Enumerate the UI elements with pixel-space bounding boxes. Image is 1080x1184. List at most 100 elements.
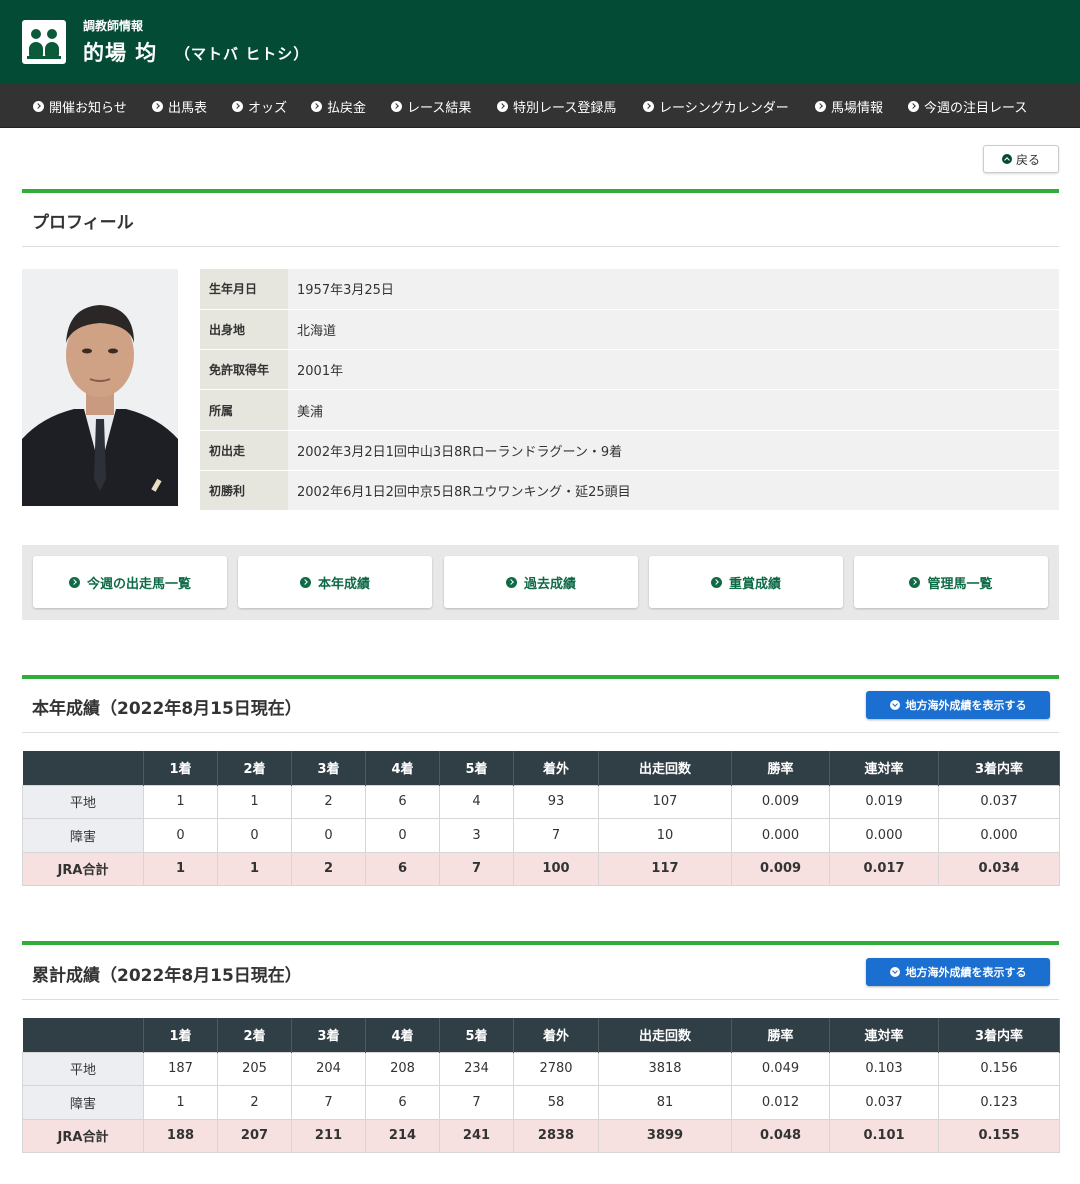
table-cell: 7 [439, 851, 514, 887]
profile-value: 2002年6月1日2回中京5日8Rユウワンキング・延25頭目 [288, 470, 1059, 512]
table-cell: 0.000 [829, 818, 939, 853]
cumulative-section-bar [22, 941, 1059, 945]
table-cell: 100 [513, 851, 599, 887]
profile-value: 美浦 [288, 389, 1059, 431]
nav-item-special-race[interactable]: 特別レース登録馬 [497, 97, 616, 116]
table-cell: 3818 [598, 1051, 732, 1087]
table-cell: 93 [513, 784, 599, 820]
column-header [22, 751, 144, 785]
table-header-row: 1着 2着 3着 4着 5着 着外 出走回数 勝率 連対率 3着内率 [22, 751, 1060, 785]
table-cell: 3 [439, 818, 514, 853]
table-cell: 205 [217, 1051, 292, 1087]
table-cell: 1 [217, 784, 292, 820]
table-row: 障害 1 2 7 6 7 58 81 0.012 0.037 0.123 [22, 1085, 1060, 1120]
table-cell: 6 [365, 784, 440, 820]
profile-value: 1957年3月25日 [288, 269, 1059, 310]
this-week-entries-button[interactable]: 今週の出走馬一覧 [33, 556, 227, 608]
chevron-right-icon [497, 101, 508, 112]
table-cell: 3899 [598, 1118, 732, 1154]
table-cell: 0.156 [938, 1051, 1060, 1087]
table-cell: 214 [365, 1118, 440, 1154]
column-header [22, 1018, 144, 1052]
cumulative-table: 1着 2着 3着 4着 5着 着外 出走回数 勝率 連対率 3着内率 平地 18… [22, 1018, 1060, 1154]
nav-item-haraimodoshi[interactable]: 払戻金 [311, 97, 366, 116]
this-year-results-button[interactable]: 本年成績 [238, 556, 432, 608]
column-header: 2着 [217, 751, 292, 785]
nav-item-shutuba[interactable]: 出馬表 [152, 97, 207, 116]
divider [22, 732, 1059, 733]
table-cell: 0.019 [829, 784, 939, 820]
row-label: 障害 [22, 818, 144, 853]
column-header: 出走回数 [598, 1018, 732, 1052]
past-results-button[interactable]: 過去成績 [444, 556, 638, 608]
profile-row: 初勝利 2002年6月1日2回中京5日8Rユウワンキング・延25頭目 [200, 470, 1059, 512]
column-header: 着外 [513, 751, 599, 785]
table-cell: 0.103 [829, 1051, 939, 1087]
show-local-overseas-button[interactable]: 地方海外成績を表示する [866, 691, 1050, 719]
trainer-kana: （マトバ ヒトシ） [175, 45, 310, 63]
table-cell: 0.009 [731, 784, 830, 820]
profile-value: 北海道 [288, 309, 1059, 351]
nav-item-race-result[interactable]: レース結果 [391, 97, 471, 116]
graded-results-button[interactable]: 重賞成績 [649, 556, 843, 608]
table-cell: 2 [217, 1085, 292, 1120]
table-cell: 2780 [513, 1051, 599, 1087]
this-year-section-bar [22, 675, 1059, 679]
chevron-down-icon [889, 700, 900, 710]
column-header: 2着 [217, 1018, 292, 1052]
row-label: 平地 [22, 1051, 144, 1087]
chevron-right-icon [152, 101, 163, 112]
chevron-right-icon [710, 576, 722, 588]
profile-row: 免許取得年 2001年 [200, 349, 1059, 391]
table-cell: 1 [217, 851, 292, 887]
trainer-name: 的場 均 [83, 41, 158, 65]
chevron-right-icon [391, 101, 402, 112]
nav-item-odds[interactable]: オッズ [232, 97, 287, 116]
table-cell: 2838 [513, 1118, 599, 1154]
profile-value: 2002年3月2日1回中山3日8Rローランドラグーン・9着 [288, 430, 1059, 471]
managed-horses-button[interactable]: 管理馬一覧 [854, 556, 1048, 608]
table-cell: 0.012 [731, 1085, 830, 1120]
profile-label: 初勝利 [200, 470, 288, 512]
column-header: 勝率 [731, 751, 830, 785]
table-cell: 0.034 [938, 851, 1060, 887]
column-header: 3着 [291, 751, 366, 785]
nav-item-kaisai[interactable]: 開催お知らせ [33, 97, 127, 116]
profile-label: 所属 [200, 389, 288, 431]
column-header: 3着 [291, 1018, 366, 1052]
profile-label: 免許取得年 [200, 349, 288, 391]
table-cell: 6 [365, 851, 440, 887]
profile-label: 初出走 [200, 430, 288, 471]
profile-section-bar [22, 189, 1059, 193]
table-row: 障害 0 0 0 0 3 7 10 0.000 0.000 0.000 [22, 818, 1060, 853]
table-cell: 0 [143, 818, 218, 853]
nav-item-calendar[interactable]: レーシングカレンダー [643, 97, 789, 116]
column-header: 1着 [143, 1018, 218, 1052]
table-cell: 4 [439, 784, 514, 820]
table-cell: 117 [598, 851, 732, 887]
profile-label: 出身地 [200, 309, 288, 351]
back-button[interactable]: 戻る [983, 145, 1059, 173]
main-nav: 開催お知らせ 出馬表 オッズ 払戻金 レース結果 特別レース登録馬 レーシングカ… [0, 83, 1080, 128]
divider [22, 999, 1059, 1000]
profile-row: 生年月日 1957年3月25日 [200, 269, 1059, 310]
table-cell: 7 [513, 818, 599, 853]
show-local-overseas-button[interactable]: 地方海外成績を表示する [866, 958, 1050, 986]
nav-item-featured-race[interactable]: 今週の注目レース [908, 97, 1027, 116]
column-header: 5着 [439, 751, 514, 785]
link-buttons-panel: 今週の出走馬一覧 本年成績 過去成績 重賞成績 管理馬一覧 [22, 545, 1059, 620]
table-total-row: JRA合計 1 1 2 6 7 100 117 0.009 0.017 0.03… [22, 851, 1060, 887]
table-cell: 187 [143, 1051, 218, 1087]
profile-row: 出身地 北海道 [200, 309, 1059, 351]
table-cell: 0.000 [938, 818, 1060, 853]
table-cell: 204 [291, 1051, 366, 1087]
trainer-icon [22, 20, 66, 64]
table-cell: 0.037 [829, 1085, 939, 1120]
table-cell: 1 [143, 851, 218, 887]
nav-item-baba[interactable]: 馬場情報 [815, 97, 883, 116]
table-cell: 0 [217, 818, 292, 853]
column-header: 4着 [365, 751, 440, 785]
column-header: 3着内率 [938, 751, 1060, 785]
chevron-right-icon [33, 101, 44, 112]
table-cell: 7 [291, 1085, 366, 1120]
